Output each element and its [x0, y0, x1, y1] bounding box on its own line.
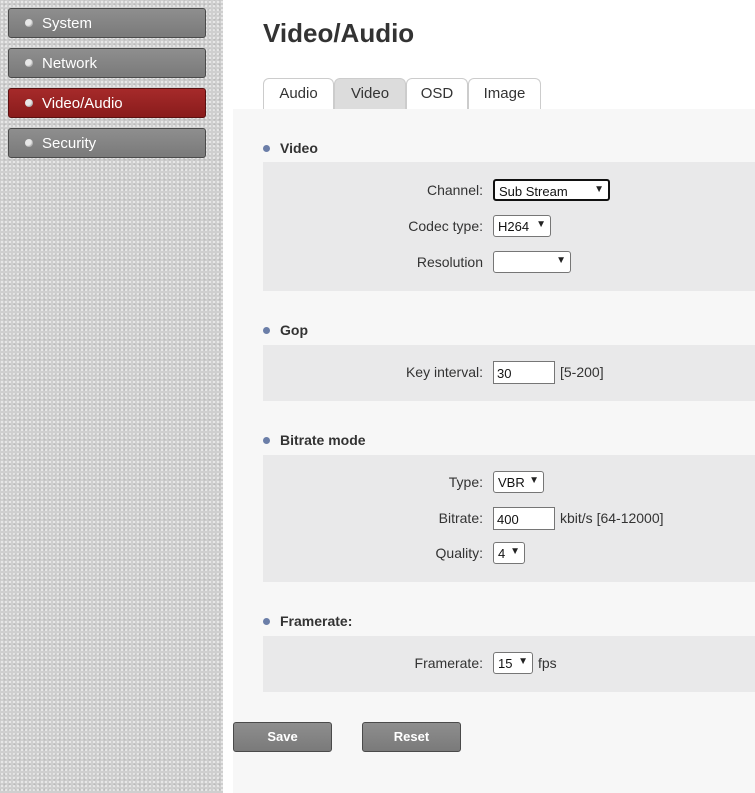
bitrate-row: Bitrate: 400 kbit/s [64-12000]: [263, 507, 755, 531]
main-content: Video/Audio Video Channel: Sub Stream ▼ …: [233, 0, 755, 793]
section-bullet-icon: [263, 144, 270, 152]
section-bullet-icon: [263, 617, 270, 625]
chevron-down-icon: ▼: [518, 656, 528, 667]
channel-row: Channel: Sub Stream ▼: [263, 179, 755, 203]
sidebar-item-security[interactable]: Security: [8, 128, 206, 158]
codec-type-value: H264: [498, 219, 530, 234]
resolution-label: Resolution: [416, 254, 483, 270]
sidebar-item-system[interactable]: System: [8, 8, 206, 38]
channel-value: Sub Stream: [499, 184, 568, 199]
bullet-dot-icon: [25, 59, 33, 67]
sidebar: System Network Video/Audio Security: [0, 0, 223, 793]
framerate-select[interactable]: 15 ▼: [493, 652, 533, 674]
key-interval-value: 30: [497, 366, 512, 381]
key-interval-input[interactable]: 30: [493, 361, 555, 384]
sidebar-item-label: Video/Audio: [42, 95, 123, 112]
resolution-select[interactable]: ▼: [493, 251, 571, 273]
tab-audio[interactable]: Audio: [263, 78, 334, 109]
reset-button[interactable]: Reset: [362, 722, 461, 752]
bullet-dot-icon: [25, 19, 33, 27]
section-title-text: Video: [280, 140, 318, 156]
bitrate-type-row: Type: VBR ▼: [263, 471, 755, 495]
key-interval-range: [5-200]: [560, 364, 604, 380]
bitrate-type-value: VBR: [498, 475, 525, 490]
video-settings-box: Channel: Sub Stream ▼ Codec type: H264 ▼…: [263, 162, 755, 291]
section-title-text: Gop: [280, 322, 308, 338]
sidebar-item-label: Security: [42, 135, 97, 152]
save-button[interactable]: Save: [233, 722, 332, 752]
bitrate-type-select[interactable]: VBR ▼: [493, 471, 544, 493]
bitrate-input[interactable]: 400: [493, 507, 555, 530]
framerate-value: 15: [498, 656, 513, 671]
channel-select[interactable]: Sub Stream ▼: [493, 179, 610, 201]
codec-type-select[interactable]: H264 ▼: [493, 215, 551, 237]
section-title-text: Framerate:: [280, 613, 353, 629]
sidebar-item-network[interactable]: Network: [8, 48, 206, 78]
chevron-down-icon: ▼: [510, 546, 520, 557]
quality-value: 4: [498, 546, 506, 561]
key-interval-row: Key interval: 30 [5-200]: [263, 361, 755, 385]
gop-settings-box: Key interval: 30 [5-200]: [263, 345, 755, 401]
page-title: Video/Audio: [263, 18, 415, 48]
section-title-video: Video: [263, 140, 318, 156]
quality-select[interactable]: 4 ▼: [493, 542, 525, 564]
bitrate-value: 400: [497, 512, 519, 527]
bullet-dot-icon: [25, 139, 33, 147]
bitrate-unit: kbit/s [64-12000]: [560, 510, 664, 526]
tab-image[interactable]: Image: [468, 78, 541, 109]
framerate-label: Framerate:: [414, 655, 483, 671]
bitrate-label: Bitrate:: [438, 510, 483, 526]
section-title-bitrate-mode: Bitrate mode: [263, 432, 366, 448]
chevron-down-icon: ▼: [556, 255, 566, 266]
framerate-settings-box: Framerate: 15 ▼ fps: [263, 636, 755, 692]
section-bullet-icon: [263, 436, 270, 444]
sidebar-item-video-audio[interactable]: Video/Audio: [8, 88, 206, 118]
key-interval-label: Key interval:: [405, 364, 483, 380]
codec-type-label: Codec type:: [408, 218, 483, 234]
chevron-down-icon: ▼: [529, 475, 539, 486]
section-title-gop: Gop: [263, 322, 308, 338]
section-title-text: Bitrate mode: [280, 432, 366, 448]
resolution-row: Resolution ▼: [263, 251, 755, 275]
tab-osd[interactable]: OSD: [406, 78, 468, 109]
bitrate-type-label: Type:: [448, 474, 483, 490]
channel-label: Channel:: [426, 182, 483, 198]
bitrate-settings-box: Type: VBR ▼ Bitrate: 400 kbit/s [64-1200…: [263, 455, 755, 582]
framerate-row: Framerate: 15 ▼ fps: [263, 652, 755, 676]
bullet-dot-icon: [25, 99, 33, 107]
framerate-unit: fps: [538, 655, 557, 671]
chevron-down-icon: ▼: [594, 184, 604, 195]
section-title-framerate: Framerate:: [263, 613, 352, 629]
sidebar-item-label: System: [42, 15, 93, 32]
chevron-down-icon: ▼: [536, 219, 546, 230]
tab-video[interactable]: Video: [334, 78, 406, 109]
quality-label: Quality:: [435, 545, 483, 561]
sidebar-item-label: Network: [42, 55, 98, 72]
section-bullet-icon: [263, 326, 270, 334]
quality-row: Quality: 4 ▼: [263, 542, 755, 566]
codec-row: Codec type: H264 ▼: [263, 215, 755, 239]
settings-panel: Video Channel: Sub Stream ▼ Codec type: …: [233, 109, 755, 793]
